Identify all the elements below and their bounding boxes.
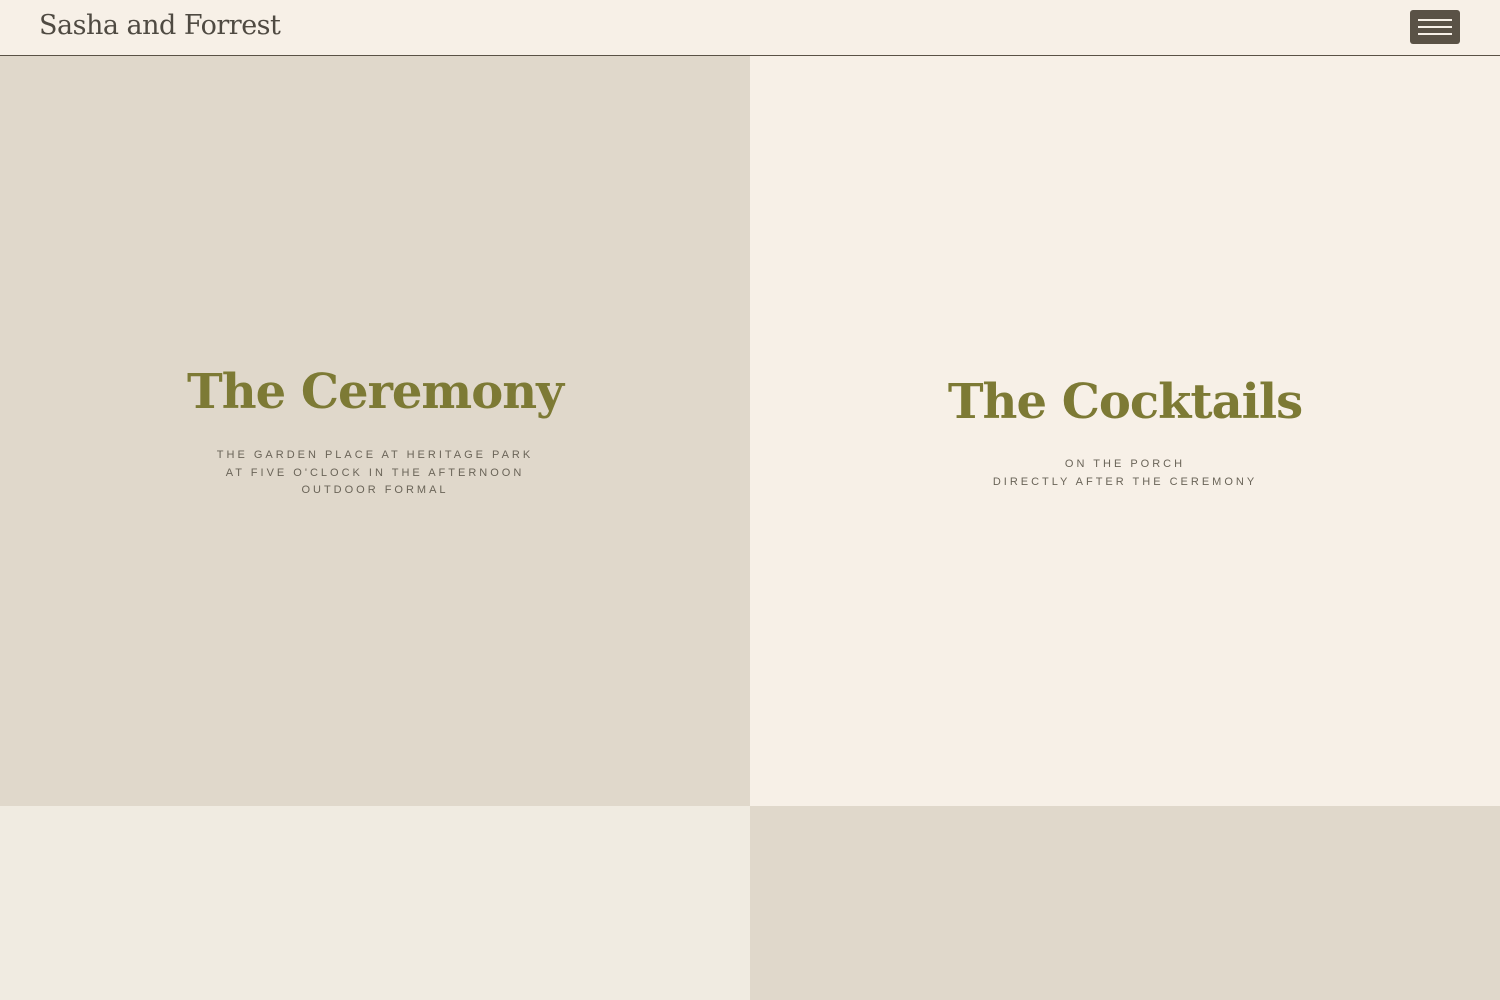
bottom-left-panel: [0, 806, 750, 1000]
menu-bar: [1418, 26, 1452, 28]
bottom-right-panel: [750, 806, 1500, 1000]
menu-bar: [1418, 19, 1452, 21]
cocktails-time: DIRECTLY AFTER THE CEREMONY: [992, 475, 1258, 488]
cocktails-details: ON THE PORCH DIRECTLY AFTER THE CEREMONY: [750, 456, 1500, 491]
cocktails-location: ON THE PORCH: [1064, 458, 1186, 470]
ceremony-venue: THE GARDEN PLACE AT HERITAGE PARK: [216, 449, 534, 461]
site-title[interactable]: Sasha and Forrest: [39, 8, 281, 44]
ceremony-heading: The Ceremony: [186, 364, 564, 420]
ceremony-dress-code: OUTDOOR FORMAL: [301, 484, 449, 496]
menu-bar: [1418, 33, 1452, 35]
ceremony-time: AT FIVE O'CLOCK IN THE AFTERNOON: [225, 466, 525, 479]
menu-button[interactable]: [1410, 10, 1460, 44]
ceremony-panel: The Ceremony THE GARDEN PLACE AT HERITAG…: [0, 56, 750, 806]
site-header: Sasha and Forrest: [0, 0, 1500, 56]
ceremony-details: THE GARDEN PLACE AT HERITAGE PARK AT FIV…: [0, 447, 750, 500]
cocktails-heading: The Cocktails: [947, 374, 1303, 430]
cocktails-panel: The Cocktails ON THE PORCH DIRECTLY AFTE…: [750, 56, 1500, 806]
